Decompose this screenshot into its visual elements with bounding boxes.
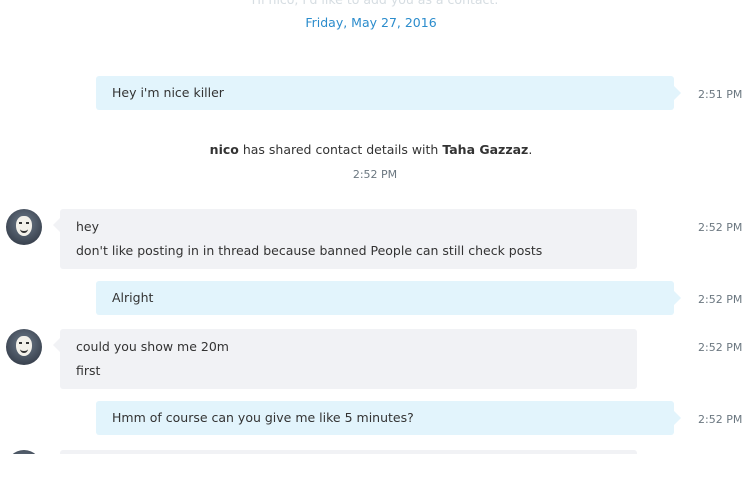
- faded-contact-request-text: Hi nico, I'd like to add you as a contac…: [0, 0, 750, 8]
- anonymous-mask-avatar-icon: [16, 216, 32, 236]
- system-sender-name: nico: [209, 142, 239, 157]
- anonymous-mask-avatar-icon: [16, 336, 32, 356]
- scroll-edge: [0, 454, 750, 480]
- system-contact-name: Taha Gazzaz: [442, 142, 529, 157]
- message-text: Hmm of course can you give me like 5 min…: [112, 410, 414, 425]
- system-message-text: has shared contact details with: [238, 142, 443, 157]
- message-timestamp: 2:52 PM: [698, 221, 743, 234]
- system-message-contact-shared: nico has shared contact details with Tah…: [0, 141, 742, 159]
- contact-avatar[interactable]: [6, 209, 42, 245]
- system-message-timestamp: 2:52 PM: [352, 168, 398, 181]
- message-text: hey: [76, 219, 100, 234]
- incoming-message[interactable]: hey don't like posting in in thread beca…: [53, 209, 637, 269]
- incoming-message[interactable]: could you show me 20m first: [53, 329, 637, 389]
- message-text: don't like posting in in thread because …: [76, 243, 543, 258]
- date-divider: Friday, May 27, 2016: [305, 15, 437, 30]
- outgoing-message[interactable]: Hmm of course can you give me like 5 min…: [96, 401, 681, 435]
- message-text: Alright: [112, 290, 154, 305]
- message-text: could you show me 20m: [76, 339, 229, 354]
- contact-avatar[interactable]: [6, 329, 42, 365]
- outgoing-message[interactable]: Alright: [96, 281, 681, 315]
- message-text: Hey i'm nice killer: [112, 85, 224, 100]
- message-timestamp: 2:52 PM: [698, 293, 743, 306]
- message-timestamp: 2:51 PM: [698, 88, 743, 101]
- message-text: first: [76, 363, 101, 378]
- message-timestamp: 2:52 PM: [698, 341, 743, 354]
- outgoing-message[interactable]: Hey i'm nice killer: [96, 76, 681, 110]
- message-timestamp: 2:52 PM: [698, 413, 743, 426]
- chat-conversation: Hi nico, I'd like to add you as a contac…: [0, 0, 750, 480]
- system-message-suffix: .: [528, 142, 533, 157]
